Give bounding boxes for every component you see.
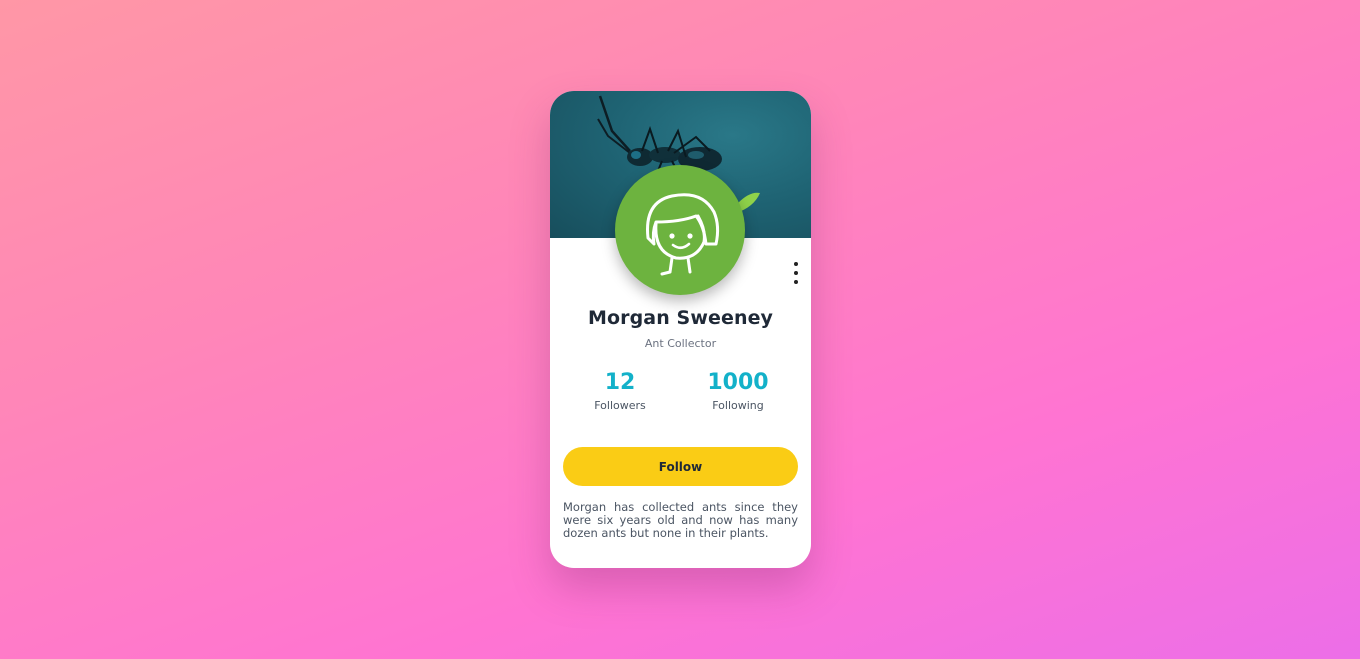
profile-bio: Morgan has collected ants since they wer… bbox=[563, 500, 798, 540]
menu-dot bbox=[794, 280, 798, 284]
menu-dot bbox=[794, 262, 798, 266]
followers-count: 12 bbox=[604, 370, 636, 395]
follow-button[interactable]: Follow bbox=[563, 447, 798, 486]
following-stat[interactable]: 1000 Following bbox=[688, 369, 788, 412]
followers-stat[interactable]: 12 Followers bbox=[570, 369, 670, 412]
more-options-icon[interactable] bbox=[788, 262, 804, 284]
following-label: Following bbox=[712, 399, 764, 412]
avatar bbox=[615, 165, 745, 295]
girl-face-icon bbox=[646, 193, 720, 276]
followers-label: Followers bbox=[594, 399, 646, 412]
profile-name: Morgan Sweeney bbox=[587, 307, 774, 329]
menu-dot bbox=[794, 271, 798, 275]
following-count: 1000 bbox=[707, 370, 769, 395]
profile-card: Morgan Sweeney Ant Collector 12 Follower… bbox=[550, 91, 811, 568]
profile-title: Ant Collector bbox=[644, 337, 717, 350]
